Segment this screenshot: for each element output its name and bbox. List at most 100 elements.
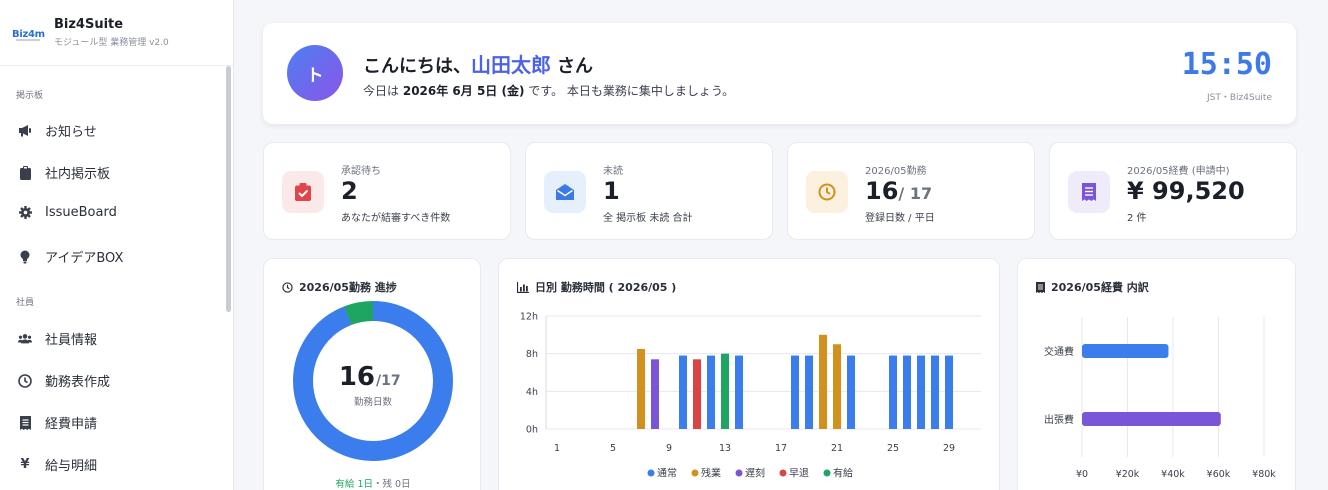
clock-subtitle: JST・Biz4Suite bbox=[1207, 93, 1272, 103]
x-tick-label: 29 bbox=[943, 443, 955, 454]
legend-swatch bbox=[647, 469, 655, 477]
stat-label: 2026/05勤務 bbox=[865, 166, 927, 177]
bar-day-11[interactable] bbox=[693, 359, 701, 429]
sidebar-item-label: アイデアBOX bbox=[45, 251, 124, 266]
y-tick-label: 4h bbox=[526, 387, 538, 398]
bar-day-25[interactable] bbox=[889, 355, 897, 429]
clock: 15:50 bbox=[1181, 47, 1272, 82]
today-date: 2026年 6月 5日 (金) bbox=[402, 84, 525, 98]
daily-hours-chart: 0h 4h 8h 12h 1 5 9 13 17 21 25 29 通常 残業 遅刻 早退 有給 bbox=[520, 312, 981, 480]
x-tick-label: 13 bbox=[719, 443, 731, 454]
y-tick-label: 8h bbox=[526, 349, 538, 360]
x-tick-label: ¥60k bbox=[1207, 469, 1231, 480]
bar-day-12[interactable] bbox=[707, 355, 715, 429]
brand[interactable]: Biz4m Biz4Suite モジュール型 業務管理 v2.0 bbox=[0, 0, 233, 66]
greeting-suffix: さん bbox=[557, 56, 593, 77]
bar-day-10[interactable] bbox=[679, 355, 687, 429]
greeting-prefix: こんにちは、 bbox=[363, 56, 471, 77]
brand-subtitle: モジュール型 業務管理 v2.0 bbox=[54, 38, 169, 48]
sidebar-item-label: 給与明細 bbox=[45, 459, 98, 474]
sidebar-item-label: お知らせ bbox=[45, 125, 97, 140]
clipboard-check-icon bbox=[282, 171, 324, 213]
bar-day-21[interactable] bbox=[833, 344, 841, 429]
bar-day-26[interactable] bbox=[903, 355, 911, 429]
sidebar-item-issueboard[interactable]: IssueBoard bbox=[18, 205, 117, 220]
clock-icon bbox=[806, 171, 848, 213]
stat-value: ¥ 99,520 bbox=[1127, 177, 1245, 205]
sidebar: Biz4m Biz4Suite モジュール型 業務管理 v2.0 掲示板 お知ら… bbox=[0, 0, 234, 490]
bar-day-14[interactable] bbox=[735, 355, 743, 429]
sidebar-item-label: IssueBoard bbox=[45, 205, 117, 220]
x-tick-label: 5 bbox=[610, 443, 616, 454]
daily-hours-panel: 日別 勤務時間 ( 2026/05 ) 0h 4h 8h 12h 1 5 9 13 17 21 25… bbox=[498, 258, 1000, 490]
bar-day-27[interactable] bbox=[917, 355, 925, 429]
stat-sub: 登録日数 / 平日 bbox=[865, 213, 935, 224]
sidebar-section-board: 掲示板 bbox=[16, 91, 44, 101]
legend-swatch bbox=[779, 469, 787, 477]
megaphone-icon bbox=[18, 124, 32, 138]
stat-card-attendance[interactable]: 2026/05勤務 16/ 17 登録日数 / 平日 bbox=[787, 142, 1035, 240]
bar-day-28[interactable] bbox=[931, 355, 939, 429]
receipt-icon bbox=[1068, 171, 1110, 213]
bar-day-20[interactable] bbox=[819, 334, 827, 429]
welcome-card: ト こんにちは、山田太郎 さん 今日は 2026年 6月 5日 (金) です。 本… bbox=[263, 23, 1296, 124]
bar-day-7[interactable] bbox=[637, 348, 645, 429]
sidebar-item-expense[interactable]: 経費申請 bbox=[18, 413, 97, 432]
sidebar-item-board[interactable]: 社内掲示板 bbox=[18, 163, 110, 182]
avatar[interactable]: ト bbox=[287, 45, 343, 101]
lightbulb-icon bbox=[18, 250, 32, 264]
x-tick-label: ¥40k bbox=[1161, 469, 1185, 480]
gear-icon bbox=[18, 206, 32, 220]
category-label: 出張費 bbox=[1044, 413, 1074, 426]
expense-breakdown-chart: ¥0 ¥20k ¥40k ¥60k ¥80k 交通費出張費 bbox=[1044, 317, 1276, 480]
brand-name: Biz4Suite bbox=[54, 17, 124, 32]
stat-value: 1 bbox=[603, 177, 620, 205]
sidebar-item-ideabox[interactable]: アイデアBOX bbox=[18, 247, 123, 266]
x-tick-label: ¥20k bbox=[1116, 469, 1140, 480]
user-name: 山田太郎 bbox=[471, 53, 551, 77]
today-prefix: 今日は bbox=[363, 84, 400, 98]
donut-center-value: 16 bbox=[339, 362, 375, 392]
sidebar-item-payslip[interactable]: ¥ 給与明細 bbox=[18, 455, 97, 474]
bar-day-13[interactable] bbox=[721, 353, 729, 429]
y-tick-label: 12h bbox=[520, 312, 538, 323]
stat-card-pending-approval[interactable]: 承認待ち 2 あなたが結審すべき件数 bbox=[263, 142, 511, 240]
sidebar-item-notice[interactable]: お知らせ bbox=[18, 121, 97, 140]
donut-footer-paid: 有給 1日 bbox=[335, 478, 373, 490]
today-message: 今日は 2026年 6月 5日 (金) です。 本日も業務に集中しましょう。 bbox=[363, 82, 734, 99]
stat-value: 16/ 17 bbox=[865, 177, 932, 205]
clock-icon bbox=[18, 373, 32, 388]
x-tick-label: 21 bbox=[831, 443, 843, 454]
stat-label: 未読 bbox=[603, 166, 623, 177]
donut-footer: 有給 1日・残 0日 bbox=[335, 478, 410, 490]
sidebar-item-label: 社内掲示板 bbox=[45, 167, 111, 182]
bar-day-29[interactable] bbox=[945, 355, 953, 429]
bar-day-8[interactable] bbox=[651, 359, 659, 429]
sidebar-scrollbar[interactable] bbox=[226, 66, 231, 312]
legend-swatch bbox=[735, 469, 743, 477]
stat-value: 2 bbox=[341, 177, 358, 205]
sidebar-item-timesheet[interactable]: 勤務表作成 bbox=[18, 371, 110, 390]
donut-center-den: /17 bbox=[376, 373, 401, 389]
bar-day-19[interactable] bbox=[805, 355, 813, 429]
x-tick-label: ¥0 bbox=[1076, 469, 1088, 480]
sidebar-item-staff-info[interactable]: 社員情報 bbox=[18, 329, 97, 348]
stat-card-unread[interactable]: 未読 1 全 掲示板 未読 合計 bbox=[525, 142, 773, 240]
stat-label: 2026/05経費 (申請中) bbox=[1127, 166, 1230, 177]
today-suffix: です。 本日も業務に集中しましょう。 bbox=[528, 84, 735, 98]
bar-day-18[interactable] bbox=[791, 355, 799, 429]
x-tick-label: ¥80k bbox=[1252, 469, 1276, 480]
expense-bar[interactable] bbox=[1082, 344, 1169, 358]
expense-bar[interactable] bbox=[1082, 412, 1221, 426]
sidebar-item-label: 経費申請 bbox=[45, 417, 98, 432]
donut-footer-rest: ・残 0日 bbox=[373, 478, 411, 490]
expense-breakdown-panel: 2026/05経費 内訳 ¥0 ¥20k ¥40k ¥60k ¥80k 交通費 出張費 bbox=[1017, 258, 1296, 490]
legend-label: 早退 bbox=[789, 468, 809, 480]
brand-logo-underline bbox=[16, 38, 40, 41]
bar-day-22[interactable] bbox=[847, 355, 855, 429]
receipt-icon bbox=[18, 415, 32, 430]
stat-card-expense[interactable]: 2026/05経費 (申請中) ¥ 99,520 2 件 bbox=[1049, 142, 1297, 240]
legend-label: 残業 bbox=[701, 467, 721, 480]
sidebar-item-label: 社員情報 bbox=[45, 333, 98, 348]
stat-value-num: 16 bbox=[865, 177, 899, 205]
